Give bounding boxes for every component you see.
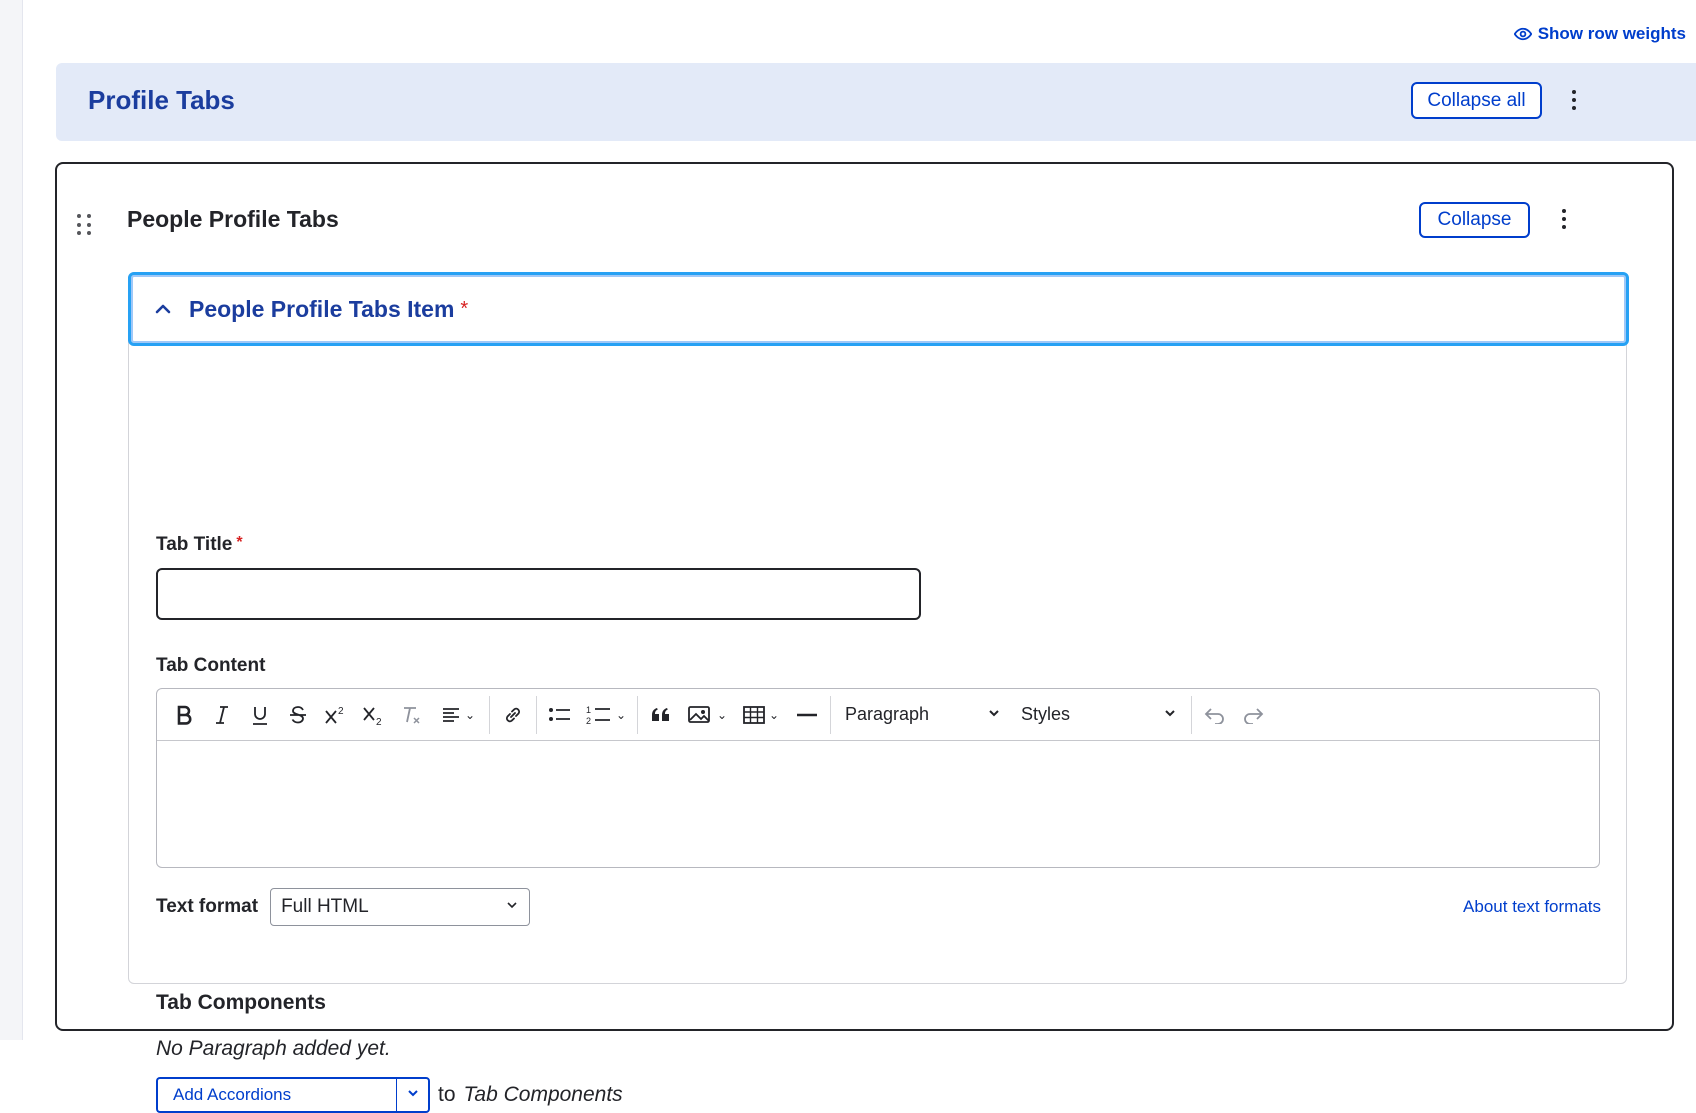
toolbar-separator bbox=[489, 695, 490, 734]
drag-handle-icon[interactable] bbox=[77, 214, 93, 236]
subscript-icon[interactable]: 2 bbox=[355, 697, 393, 733]
editor-content-area[interactable] bbox=[157, 742, 1599, 867]
item-summary-toggle[interactable]: People Profile Tabs Item * bbox=[128, 272, 1629, 346]
collapse-button[interactable]: Collapse bbox=[1419, 202, 1530, 238]
redo-icon[interactable] bbox=[1234, 697, 1272, 733]
heading-select[interactable]: Paragraph bbox=[835, 697, 1011, 733]
chevron-down-icon bbox=[406, 1086, 420, 1105]
bulleted-list-icon[interactable] bbox=[541, 697, 579, 733]
add-options-toggle[interactable] bbox=[396, 1077, 430, 1113]
align-dropdown-icon[interactable]: ⌄ bbox=[431, 697, 485, 733]
profile-tabs-header: Profile Tabs Collapse all bbox=[56, 63, 1696, 141]
show-row-weights-link[interactable]: Show row weights bbox=[1513, 24, 1686, 44]
profile-tabs-title: Profile Tabs bbox=[88, 85, 235, 115]
collapse-all-button[interactable]: Collapse all bbox=[1411, 82, 1542, 119]
chevron-up-icon bbox=[153, 298, 175, 320]
add-accordions-button[interactable]: Add Accordions bbox=[156, 1077, 396, 1113]
item-summary-label: People Profile Tabs Item bbox=[189, 295, 455, 322]
left-rail bbox=[0, 0, 23, 1040]
superscript-icon[interactable]: 2 bbox=[317, 697, 355, 733]
remove-format-icon[interactable] bbox=[393, 697, 431, 733]
styles-select-value: Styles bbox=[1021, 704, 1071, 724]
people-profile-tabs-paragraph: People Profile Tabs Collapse People Prof… bbox=[55, 162, 1674, 1113]
italic-icon[interactable] bbox=[203, 697, 241, 733]
show-row-weights-label[interactable]: Show row weights bbox=[1538, 24, 1686, 44]
underline-icon[interactable] bbox=[241, 697, 279, 733]
rich-text-editor: 2 2 ⌄ 1 2 ⌄ ⌄ ⌄ Paragraph Styles bbox=[156, 688, 1600, 868]
blockquote-icon[interactable] bbox=[642, 697, 680, 733]
tab-components-title: Tab Components bbox=[156, 991, 326, 1014]
svg-text:2: 2 bbox=[586, 716, 591, 726]
add-paragraph-row: Add Accordions to Tab Components bbox=[156, 1077, 623, 1113]
image-insert-icon[interactable]: ⌄ bbox=[680, 697, 734, 733]
text-format-label: Text format bbox=[156, 896, 259, 917]
svg-text:2: 2 bbox=[338, 706, 344, 717]
text-format-value: Full HTML bbox=[281, 896, 369, 917]
horizontal-line-icon[interactable] bbox=[788, 697, 826, 733]
toolbar-separator bbox=[830, 695, 831, 734]
link-icon[interactable] bbox=[494, 697, 532, 733]
profile-tabs-kebab-icon[interactable] bbox=[1564, 85, 1584, 115]
text-format-row: Text format Full HTML bbox=[156, 888, 531, 926]
text-format-select[interactable]: Full HTML bbox=[270, 888, 531, 926]
chevron-down-icon bbox=[987, 704, 1001, 725]
numbered-list-icon[interactable]: 1 2 ⌄ bbox=[579, 697, 633, 733]
empty-paragraph-message: No Paragraph added yet. bbox=[156, 1037, 391, 1060]
profile-tabs-item: People Profile Tabs Item * Tab Title * Ta… bbox=[128, 272, 1629, 1113]
svg-text:2: 2 bbox=[376, 717, 382, 726]
target-field-label: Tab Components bbox=[463, 1083, 623, 1106]
undo-icon[interactable] bbox=[1196, 697, 1234, 733]
tab-content-label: Tab Content bbox=[156, 655, 266, 676]
tab-title-label-row: Tab Title * bbox=[156, 534, 243, 556]
required-marker: * bbox=[236, 534, 243, 551]
table-insert-icon[interactable]: ⌄ bbox=[734, 697, 788, 733]
about-text-formats-link[interactable]: About text formats bbox=[1463, 897, 1601, 917]
styles-select[interactable]: Styles bbox=[1011, 697, 1187, 733]
strikethrough-icon[interactable] bbox=[279, 697, 317, 733]
chevron-down-icon bbox=[1163, 704, 1177, 725]
editor-toolbar: 2 2 ⌄ 1 2 ⌄ ⌄ ⌄ Paragraph Styles bbox=[157, 689, 1599, 741]
to-label: to bbox=[438, 1083, 456, 1106]
tab-title-label: Tab Title bbox=[156, 534, 233, 555]
toolbar-separator bbox=[637, 695, 638, 734]
chevron-down-icon bbox=[505, 896, 519, 918]
bold-icon[interactable] bbox=[165, 697, 203, 733]
toolbar-separator bbox=[1191, 695, 1192, 734]
heading-select-value: Paragraph bbox=[845, 704, 930, 724]
eye-icon bbox=[1513, 27, 1532, 41]
required-marker: * bbox=[460, 297, 469, 320]
tab-title-input[interactable] bbox=[156, 568, 921, 620]
paragraph-title: People Profile Tabs bbox=[127, 206, 339, 232]
svg-text:1: 1 bbox=[586, 705, 591, 715]
paragraph-kebab-icon[interactable] bbox=[1554, 204, 1574, 234]
toolbar-separator bbox=[536, 695, 537, 734]
